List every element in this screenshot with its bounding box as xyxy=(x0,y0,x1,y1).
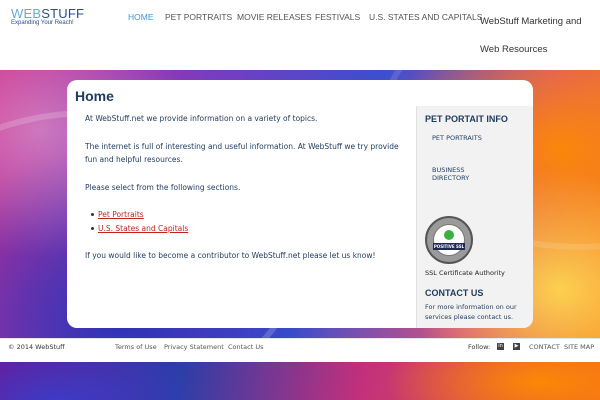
contributor-text: If you would like to become a contributo… xyxy=(85,251,376,260)
list-item: Pet Portraits xyxy=(91,208,405,222)
link-pet-portraits[interactable]: Pet Portraits xyxy=(98,210,144,219)
intro-text: At WebStuff.net we provide information o… xyxy=(85,114,318,123)
sidebar-heading: PET PORTAIT INFO xyxy=(425,114,508,124)
description-text: The internet is full of interesting and … xyxy=(85,141,399,165)
main-nav: HOME PET PORTRAITS MOVIE RELEASES FESTIV… xyxy=(0,0,600,70)
page-title: Home xyxy=(75,88,114,104)
section-link-list: Pet Portraits U.S. States and Capitals xyxy=(85,208,405,235)
youtube-icon[interactable]: ▶ xyxy=(513,343,520,350)
sidebar: PET PORTAIT INFO PET PORTRAITS BUSINESS … xyxy=(416,106,533,328)
site-footer: © 2014 WebStuff Terms of Use Privacy Sta… xyxy=(0,338,600,362)
nav-festivals[interactable]: FESTIVALS xyxy=(315,12,360,22)
ssl-check-icon xyxy=(444,230,454,240)
nav-home[interactable]: HOME xyxy=(128,12,154,22)
ssl-seal-inner: POSITIVE SSL xyxy=(433,224,465,256)
ssl-caption: SSL Certificate Authority xyxy=(425,269,505,277)
copyright: © 2014 WebStuff xyxy=(8,343,65,351)
site-header: WEBSTUFF Expanding Your Reach! HOME PET … xyxy=(0,0,600,70)
ssl-seal-word: POSITIVE SSL xyxy=(433,243,465,250)
sidebar-link-business-directory[interactable]: BUSINESS DIRECTORY xyxy=(432,166,492,182)
nav-pet-portraits[interactable]: PET PORTRAITS xyxy=(165,12,232,22)
main-content: At WebStuff.net we provide information o… xyxy=(85,112,405,277)
footer-link-contact-upper[interactable]: CONTACT xyxy=(529,343,560,351)
contact-heading: CONTACT US xyxy=(425,288,484,298)
nav-states-capitals[interactable]: U.S. STATES AND CAPITALS xyxy=(369,12,482,22)
list-item: U.S. States and Capitals xyxy=(91,222,405,236)
nav-marketing-resources[interactable]: WebStuff Marketing and Web Resources xyxy=(480,8,598,64)
footer-link-terms[interactable]: Terms of Use xyxy=(115,343,157,351)
footer-link-contact[interactable]: Contact Us xyxy=(228,343,264,351)
content-panel: Home At WebStuff.net we provide informat… xyxy=(67,80,533,328)
footer-link-site-map[interactable]: SITE MAP xyxy=(564,343,594,351)
nav-movie-releases[interactable]: MOVIE RELEASES xyxy=(237,12,312,22)
link-states-capitals[interactable]: U.S. States and Capitals xyxy=(98,224,188,233)
ssl-seal-icon[interactable]: POSITIVE SSL xyxy=(425,216,473,264)
sidebar-link-pet-portraits[interactable]: PET PORTRAITS xyxy=(432,134,492,142)
contact-text: For more information on our services ple… xyxy=(425,303,517,321)
footer-background xyxy=(0,362,600,400)
instruction-text: Please select from the following section… xyxy=(85,182,241,192)
linkedin-icon[interactable]: in xyxy=(497,343,504,350)
footer-link-privacy[interactable]: Privacy Statement xyxy=(164,343,224,351)
follow-label: Follow: xyxy=(468,343,491,351)
